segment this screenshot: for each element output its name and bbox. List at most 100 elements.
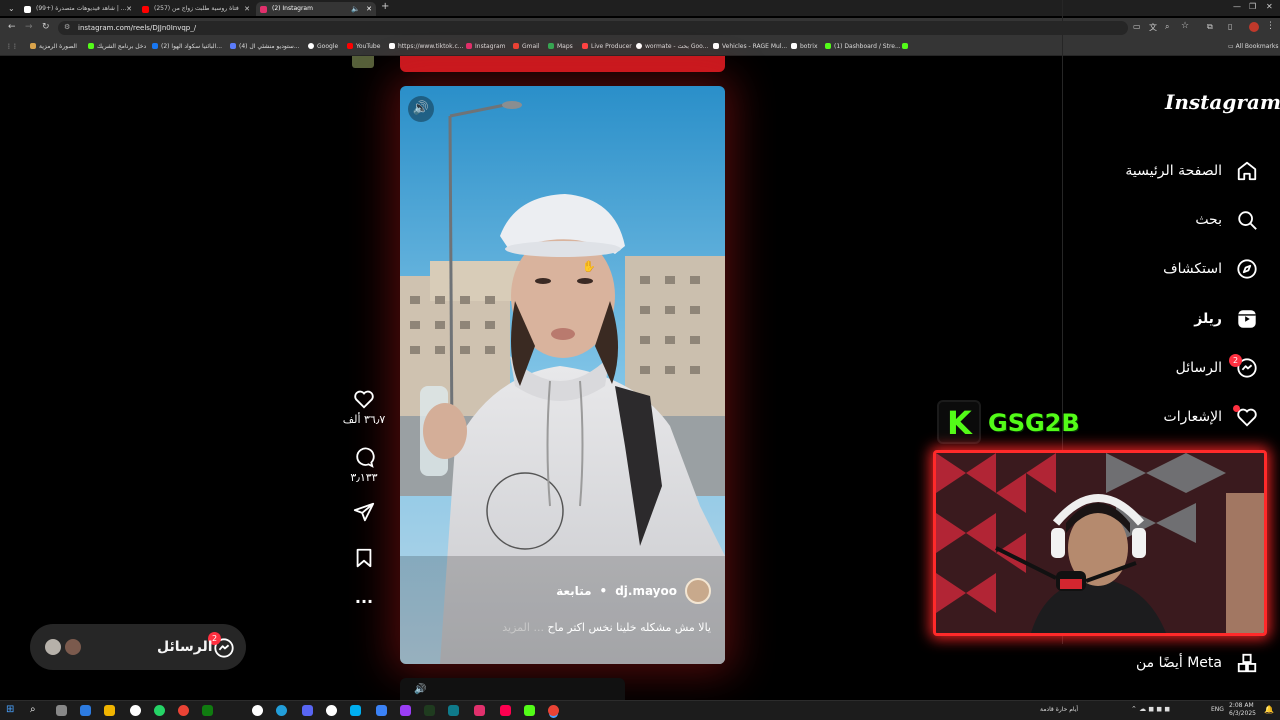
kick-logo-letter: K bbox=[947, 404, 972, 442]
skype-icon[interactable] bbox=[350, 705, 361, 716]
speaker-icon[interactable]: 🔈 bbox=[351, 5, 360, 13]
close-tab-icon[interactable]: ✕ bbox=[244, 5, 250, 13]
tiktok-icon bbox=[24, 6, 31, 13]
taskbar-app-icon[interactable] bbox=[474, 705, 485, 716]
volume-icon[interactable]: 🔊 bbox=[408, 96, 434, 122]
likes-count: ٣٦٫٧ ألف bbox=[342, 413, 386, 426]
bookmark-icon bbox=[356, 548, 372, 568]
taskbar-app-icon[interactable] bbox=[252, 705, 263, 716]
taskbar-app-icon[interactable] bbox=[424, 705, 435, 716]
xbox-icon[interactable] bbox=[202, 705, 213, 716]
reel-caption: يالا مش مشكله خلينا نخس اكتر ماح bbox=[547, 621, 711, 634]
bookmark-item[interactable]: (1) Dashboard / Stre... bbox=[825, 43, 901, 50]
apps-icon[interactable]: ⋮⋮ bbox=[6, 43, 18, 50]
save-button[interactable] bbox=[336, 547, 392, 572]
taskbar-app-icon[interactable] bbox=[80, 705, 91, 716]
tab-instagram[interactable]: (2) Instagram 🔈 ✕ bbox=[256, 2, 376, 16]
file-explorer-icon[interactable] bbox=[104, 705, 115, 716]
compass-icon bbox=[1237, 259, 1257, 279]
bookmark-item[interactable]: Gmail bbox=[513, 43, 540, 50]
whatsapp-icon[interactable] bbox=[154, 705, 165, 716]
tab-tiktok[interactable]: (99+) شاهد فيديوهات متصدرة | ... ✕ bbox=[20, 2, 136, 16]
nav-reels[interactable]: ريلز bbox=[1194, 304, 1258, 334]
bookmark-item[interactable]: (4) ستوديو منشئي ال... bbox=[230, 43, 300, 50]
tiktok-icon[interactable] bbox=[500, 705, 511, 716]
taskbar-app-icon[interactable] bbox=[376, 705, 387, 716]
webcam-feed bbox=[936, 453, 1264, 633]
bookmark-item[interactable]: botrix bbox=[791, 43, 818, 50]
comments-count: ٣٫١٣٣ bbox=[350, 471, 378, 484]
reel-video[interactable]: 🔊 متابعة • dj.mayoo يالا مش مشكله خلينا … bbox=[400, 86, 725, 664]
chrome-active-icon[interactable] bbox=[548, 705, 559, 716]
bookmark-item[interactable]: https://www.tiktok.c... bbox=[389, 43, 464, 50]
kick-icon[interactable] bbox=[524, 705, 535, 716]
nav-messages[interactable]: الرسائل bbox=[1176, 353, 1258, 383]
language-indicator[interactable]: ENG bbox=[1211, 706, 1224, 713]
more-icon: ··· bbox=[354, 592, 374, 611]
nav-notifications[interactable]: الإشعارات bbox=[1164, 402, 1258, 432]
bookmark-item[interactable]: wormate - بحث Goo... bbox=[636, 43, 708, 50]
nav-search-label: بحث bbox=[1195, 212, 1222, 228]
reel-author-avatar[interactable] bbox=[685, 578, 711, 604]
clock[interactable]: 2:08 AM 6/3/2025 bbox=[1229, 702, 1256, 718]
home-icon bbox=[1237, 161, 1257, 181]
new-tab-button[interactable]: + bbox=[381, 1, 389, 12]
bookmark-item[interactable]: Instagram bbox=[466, 43, 506, 50]
taskbar-app-icon[interactable] bbox=[130, 705, 141, 716]
nav-explore[interactable]: استكشاف bbox=[1163, 254, 1258, 284]
like-button[interactable]: ٣٦٫٧ ألف bbox=[336, 388, 392, 426]
bookmark-item[interactable]: الصورة الرمزية bbox=[30, 43, 77, 50]
webcam-overlay bbox=[933, 450, 1267, 636]
site-info-icon[interactable]: ⚙ bbox=[64, 23, 70, 31]
bookmark-item[interactable] bbox=[902, 43, 911, 50]
nav-home[interactable]: الصفحة الرئيسية bbox=[1125, 156, 1258, 186]
comment-icon bbox=[356, 447, 375, 468]
close-tab-icon[interactable]: ✕ bbox=[366, 5, 372, 13]
chrome-icon[interactable] bbox=[178, 705, 189, 716]
bookmark-item[interactable]: Maps bbox=[548, 43, 573, 50]
nav-home-label: الصفحة الرئيسية bbox=[1125, 163, 1222, 179]
close-tab-icon[interactable]: ✕ bbox=[126, 5, 132, 13]
back-icon[interactable]: ← bbox=[8, 22, 16, 32]
tab-search-button[interactable]: ⌄ bbox=[4, 2, 18, 16]
bookmark-item[interactable]: (2) البائنيا سكواد الهوا... bbox=[152, 43, 222, 50]
share-button[interactable] bbox=[336, 501, 392, 526]
nav-search[interactable]: بحث bbox=[1195, 205, 1258, 235]
bookmark-item[interactable]: Google bbox=[308, 43, 338, 50]
instagram-logo[interactable]: Instagram bbox=[1165, 90, 1280, 114]
follow-button[interactable]: متابعة bbox=[556, 584, 591, 598]
premiere-icon[interactable] bbox=[400, 705, 411, 716]
windows-start-icon[interactable]: ⊞ bbox=[6, 704, 14, 715]
bookmark-item[interactable]: دخل برنامج الشريك bbox=[88, 43, 146, 50]
next-reel[interactable]: 🔊 bbox=[400, 678, 625, 700]
taskbar-app-icon[interactable] bbox=[448, 705, 459, 716]
comment-button[interactable]: ٣٫١٣٣ bbox=[336, 446, 392, 484]
volume-icon[interactable]: 🔊 bbox=[414, 684, 426, 695]
task-view-icon[interactable] bbox=[56, 705, 67, 716]
weather-widget[interactable]: أيام حارة قادمة bbox=[1040, 706, 1078, 713]
bookmark-item[interactable]: Vehicles - RAGE Mul... bbox=[713, 43, 787, 50]
telegram-icon[interactable] bbox=[276, 705, 287, 716]
address-bar[interactable]: ⚙ instagram.com/reels/DJJn0Invqp_/ bbox=[58, 21, 1128, 35]
bookmark-item[interactable]: YouTube bbox=[347, 43, 380, 50]
messages-pill-label: الرسائل bbox=[157, 639, 213, 655]
previous-reel[interactable] bbox=[400, 56, 725, 72]
tab-youtube[interactable]: (257) فتاة روسية طلبت زواج من ✕ bbox=[138, 2, 254, 16]
forward-icon[interactable]: → bbox=[25, 22, 33, 32]
reload-icon[interactable]: ↻ bbox=[42, 22, 50, 32]
messages-pill[interactable]: 2 الرسائل bbox=[30, 624, 246, 670]
caption-more-link[interactable]: ... المزيد bbox=[502, 621, 544, 634]
search-icon[interactable]: ⌕ bbox=[30, 704, 36, 715]
reel-username[interactable]: dj.mayoo bbox=[615, 584, 677, 598]
bookmark-item[interactable]: Live Producer bbox=[582, 43, 632, 50]
system-tray-icons[interactable]: ⌃ ☁ ◼ ◼ ◼ bbox=[1131, 705, 1170, 713]
avatar bbox=[43, 637, 63, 657]
obs-icon[interactable] bbox=[326, 705, 337, 716]
discord-icon[interactable] bbox=[302, 705, 313, 716]
reels-icon bbox=[1238, 310, 1256, 328]
more-options-button[interactable]: ··· bbox=[336, 592, 392, 611]
search-icon bbox=[1238, 211, 1257, 230]
dot-separator: • bbox=[599, 584, 608, 598]
notifications-icon[interactable]: 🔔 bbox=[1264, 705, 1274, 714]
nav-more-from-meta[interactable]: أيضًا من Meta bbox=[1136, 648, 1258, 678]
